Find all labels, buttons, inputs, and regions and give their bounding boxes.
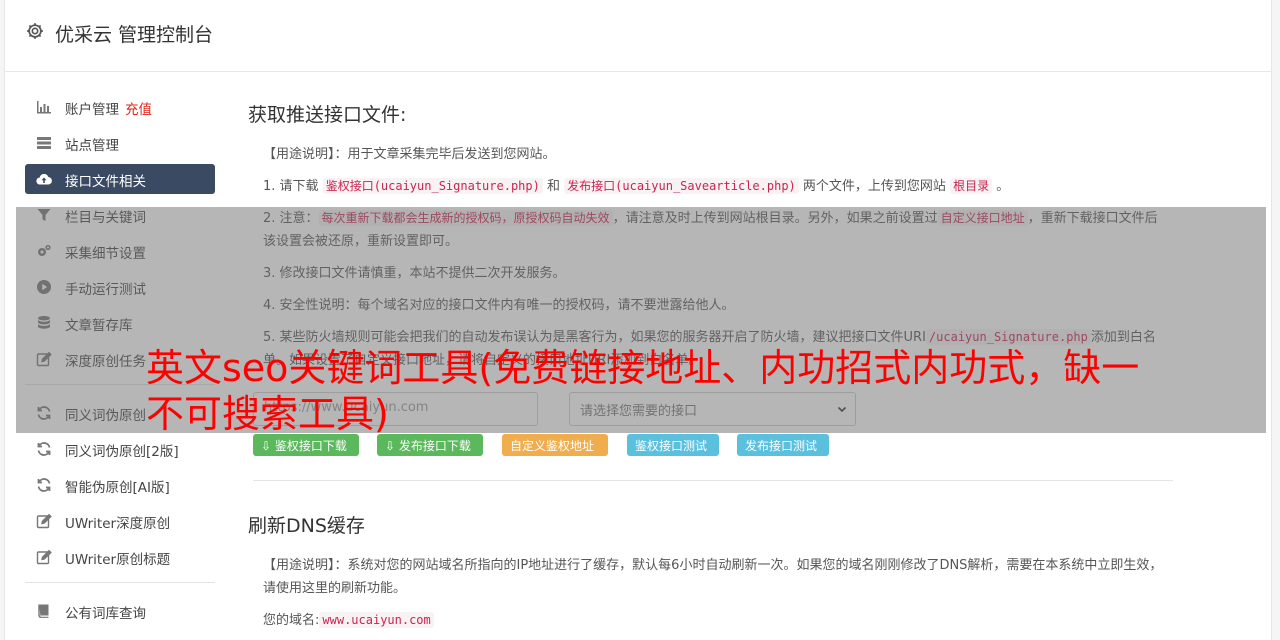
edit-icon: [36, 513, 52, 529]
sidebar-item-uwriter-deep[interactable]: UWriter深度原创: [25, 506, 215, 536]
sidebar-item-label: 站点管理: [65, 138, 119, 154]
publish-file-name: 发布接口(ucaiyun_Savearticle.php): [564, 178, 799, 194]
section-divider: [253, 480, 1173, 481]
button-row: ⇩ 鉴权接口下载 ⇩ 发布接口下载 自定义鉴权地址 鉴权接口测试 发布接口测试: [253, 434, 1168, 458]
cloud-upload-icon: [36, 174, 52, 185]
download-icon: ⇩: [261, 439, 272, 453]
sidebar-item-label: UWriter原创标题: [65, 552, 171, 568]
sidebar-item-public-lexicon[interactable]: 公有词库查询: [25, 596, 215, 626]
publish-download-button[interactable]: ⇩ 发布接口下载: [377, 434, 483, 456]
book-icon: [38, 604, 49, 618]
bar-chart-icon: [37, 101, 51, 114]
sidebar-item-label: 智能伪原创[AI版]: [65, 480, 170, 496]
text: 1. 请下载: [263, 179, 319, 194]
auth-test-button[interactable]: 鉴权接口测试: [627, 434, 719, 456]
sidebar-item-uwriter-title[interactable]: UWriter原创标题: [25, 542, 215, 572]
section-title: 获取推送接口文件:: [248, 104, 407, 126]
instruction-1: 1. 请下载 鉴权接口(ucaiyun_Signature.php) 和 发布接…: [263, 175, 1168, 198]
button-label: 鉴权接口下载: [274, 439, 347, 453]
download-icon: ⇩: [385, 439, 396, 453]
sidebar-item-label: 账户管理: [65, 102, 119, 118]
header: 优采云 管理控制台: [5, 0, 1271, 72]
sidebar-item-label: 公有词库查询: [65, 606, 146, 622]
recharge-link[interactable]: 充值: [125, 102, 152, 118]
section-title: 刷新DNS缓存: [248, 515, 365, 537]
sidebar-item-interface-files[interactable]: 接口文件相关: [25, 164, 215, 194]
dns-cache-section: 刷新DNS缓存 【用途说明】：系统对您的网站域名所指向的IP地址进行了缓存，默认…: [248, 511, 1168, 632]
text: 和: [547, 179, 561, 194]
usage-note: 【用途说明】：系统对您的网站域名所指向的IP地址进行了缓存，默认每6小时自动刷新…: [263, 558, 1163, 596]
refresh-icon: [37, 478, 51, 492]
server-icon: [37, 137, 51, 149]
domain-label: 您的域名:: [263, 613, 320, 628]
overlay-headline: 英文seo关键词工具(免费链接地址、内功招式内功式，缺一不可搜索工具): [146, 346, 1140, 436]
text: 两个文件，上传到您网站: [802, 179, 946, 194]
sidebar-item-account[interactable]: 账户管理 充值: [25, 92, 215, 122]
sidebar-item-label: UWriter深度原创: [65, 516, 171, 532]
button-label: 发布接口下载: [398, 439, 471, 453]
auth-download-button[interactable]: ⇩ 鉴权接口下载: [253, 434, 359, 456]
sidebar-item-ai-rewrite[interactable]: 智能伪原创[AI版]: [25, 470, 215, 500]
usage-note: 【用途说明】：用于文章采集完毕后发送到您网站。: [263, 147, 556, 162]
auth-file-name: 鉴权接口(ucaiyun_Signature.php): [322, 178, 543, 194]
domain-line: 您的域名: www.ucaiyun.com: [263, 609, 1168, 632]
sidebar-item-label: 同义词伪原创[2版]: [65, 444, 179, 460]
sidebar-item-sites[interactable]: 站点管理: [25, 128, 215, 158]
sidebar-item-label: 接口文件相关: [65, 174, 146, 190]
gear-icon: [27, 23, 43, 39]
page-title: 优采云 管理控制台: [55, 24, 214, 46]
publish-test-button[interactable]: 发布接口测试: [737, 434, 829, 456]
root-dir-label: 根目录: [950, 178, 993, 194]
domain-value: www.ucaiyun.com: [319, 612, 434, 628]
custom-auth-url-button[interactable]: 自定义鉴权地址: [502, 434, 608, 456]
edit-icon: [36, 549, 52, 565]
refresh-icon: [37, 442, 51, 456]
sidebar-divider: [25, 582, 215, 583]
text: 。: [996, 179, 1010, 194]
sidebar-item-synonym-rewrite-v2[interactable]: 同义词伪原创[2版]: [25, 434, 215, 464]
